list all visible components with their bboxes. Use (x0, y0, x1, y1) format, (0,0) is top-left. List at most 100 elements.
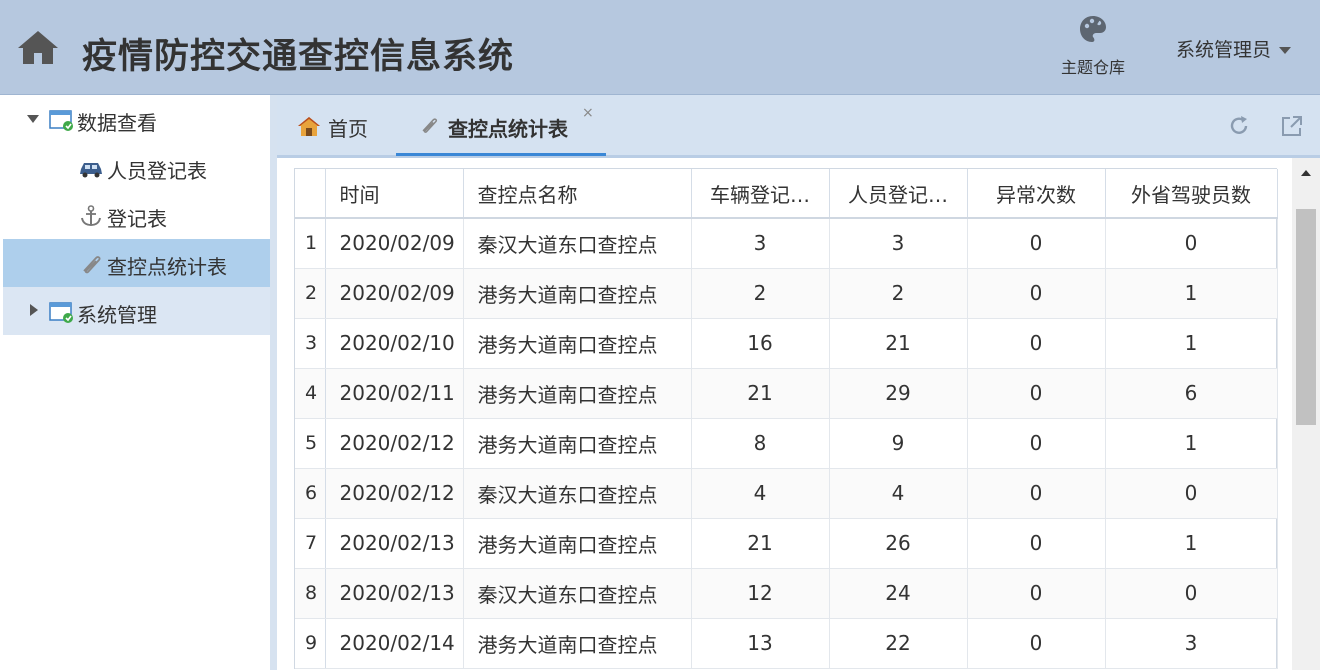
user-menu[interactable]: 系统管理员 (1176, 35, 1292, 62)
cell-time: 2020/02/10 (325, 318, 464, 369)
sidebar: 数据查看 人员登记表 登记表 查控点统计表 系统管理 (0, 95, 275, 670)
column-header-abnormal-count[interactable]: 异常次数 (967, 169, 1106, 219)
cell-checkpoint: 港务大道南口查控点 (463, 418, 692, 469)
sidebar-item-label: 查控点统计表 (107, 255, 227, 279)
sidebar-item-label: 登记表 (107, 207, 167, 231)
column-header-rownum (295, 169, 326, 219)
cell-abnormal-count: 0 (967, 268, 1106, 319)
cell-time: 2020/02/12 (325, 468, 464, 519)
expand-arrow-icon[interactable] (27, 115, 39, 123)
cell-vehicle-count: 4 (691, 468, 830, 519)
cell-out-of-province-drivers: 1 (1105, 518, 1278, 569)
cell-abnormal-count: 0 (967, 518, 1106, 569)
table-row[interactable]: 7 2020/02/13 港务大道南口查控点 21 26 0 1 (295, 518, 1278, 569)
row-number: 7 (295, 518, 326, 569)
cell-time: 2020/02/11 (325, 368, 464, 419)
tab-close-icon[interactable]: × (582, 105, 594, 121)
chevron-down-icon (1279, 47, 1292, 54)
cell-vehicle-count: 21 (691, 368, 830, 419)
cell-vehicle-count: 21 (691, 518, 830, 569)
cell-checkpoint: 秦汉大道东口查控点 (463, 568, 692, 619)
table-row[interactable]: 3 2020/02/10 港务大道南口查控点 16 21 0 1 (295, 318, 1278, 369)
cell-time: 2020/02/13 (325, 518, 464, 569)
column-header-time[interactable]: 时间 (325, 169, 464, 219)
table-row[interactable]: 5 2020/02/12 港务大道南口查控点 8 9 0 1 (295, 418, 1278, 469)
cell-checkpoint: 港务大道南口查控点 (463, 318, 692, 369)
cell-person-count: 22 (829, 618, 968, 669)
cell-person-count: 3 (829, 218, 968, 269)
expand-arrow-icon[interactable] (30, 304, 38, 316)
cell-time: 2020/02/14 (325, 618, 464, 669)
sidebar-group-system-admin[interactable]: 系统管理 (3, 287, 270, 335)
cell-abnormal-count: 0 (967, 568, 1106, 619)
row-number: 8 (295, 568, 326, 619)
cell-out-of-province-drivers: 0 (1105, 218, 1278, 269)
column-header-out-of-province-drivers[interactable]: 外省驾驶员数 (1105, 169, 1278, 219)
cell-person-count: 2 (829, 268, 968, 319)
cell-vehicle-count: 12 (691, 568, 830, 619)
home-icon[interactable] (16, 28, 60, 66)
vertical-scrollbar[interactable] (1292, 158, 1320, 670)
scroll-up-arrow-icon[interactable] (1301, 170, 1311, 176)
cell-time: 2020/02/13 (325, 568, 464, 619)
row-number: 2 (295, 268, 326, 319)
row-number: 6 (295, 468, 326, 519)
folder-window-icon (49, 302, 73, 323)
cell-checkpoint: 港务大道南口查控点 (463, 368, 692, 419)
cell-vehicle-count: 13 (691, 618, 830, 669)
cell-out-of-province-drivers: 1 (1105, 318, 1278, 369)
sidebar-item-person-register[interactable]: 人员登记表 (3, 143, 270, 191)
refresh-icon[interactable] (1227, 114, 1251, 138)
sidebar-item-register[interactable]: 登记表 (3, 191, 270, 239)
row-number: 9 (295, 618, 326, 669)
table-row[interactable]: 2 2020/02/09 港务大道南口查控点 2 2 0 1 (295, 268, 1278, 319)
cell-person-count: 26 (829, 518, 968, 569)
table-row[interactable]: 4 2020/02/11 港务大道南口查控点 21 29 0 6 (295, 368, 1278, 419)
theme-store-button[interactable]: 主题仓库 (1050, 14, 1136, 84)
cell-abnormal-count: 0 (967, 318, 1106, 369)
cell-vehicle-count: 8 (691, 418, 830, 469)
popout-icon[interactable] (1280, 114, 1304, 138)
table-row[interactable]: 9 2020/02/14 港务大道南口查控点 13 22 0 3 (295, 618, 1278, 669)
paperclip-icon (83, 256, 101, 274)
app-title: 疫情防控交通查控信息系统 (82, 37, 515, 77)
cell-person-count: 21 (829, 318, 968, 369)
theme-store-label: 主题仓库 (1060, 58, 1125, 77)
tab-checkpoint-stats[interactable]: 查控点统计表 (396, 95, 606, 156)
sidebar-group-label: 数据查看 (77, 111, 157, 135)
paperclip-icon (422, 118, 438, 133)
home-icon (298, 117, 320, 136)
palette-icon (1080, 16, 1106, 42)
column-header-person-count[interactable]: 人员登记… (829, 169, 968, 219)
cell-checkpoint: 港务大道南口查控点 (463, 518, 692, 569)
sidebar-item-checkpoint-stats[interactable]: 查控点统计表 (3, 239, 270, 287)
app-header: 疫情防控交通查控信息系统 主题仓库 系统管理员 (0, 0, 1320, 95)
content-panel: 时间 查控点名称 车辆登记… 人员登记… 异常次数 外省驾驶员数 1 2020/0… (277, 158, 1320, 670)
cell-time: 2020/02/09 (325, 218, 464, 269)
cell-checkpoint: 秦汉大道东口查控点 (463, 468, 692, 519)
cell-abnormal-count: 0 (967, 368, 1106, 419)
cell-vehicle-count: 16 (691, 318, 830, 369)
row-number: 1 (295, 218, 326, 269)
column-header-vehicle-count[interactable]: 车辆登记… (691, 169, 830, 219)
user-name: 系统管理员 (1176, 39, 1272, 61)
sidebar-splitter[interactable] (270, 95, 277, 670)
cell-abnormal-count: 0 (967, 468, 1106, 519)
anchor-icon (81, 205, 101, 227)
cell-checkpoint: 港务大道南口查控点 (463, 618, 692, 669)
cell-checkpoint: 秦汉大道东口查控点 (463, 218, 692, 269)
tab-label: 首页 (328, 117, 368, 141)
tab-home[interactable]: 首页 (297, 95, 397, 155)
table-row[interactable]: 6 2020/02/12 秦汉大道东口查控点 4 4 0 0 (295, 468, 1278, 519)
scrollbar-thumb[interactable] (1296, 209, 1316, 425)
cell-time: 2020/02/12 (325, 418, 464, 469)
column-header-checkpoint[interactable]: 查控点名称 (463, 169, 692, 219)
checkpoint-stats-table: 时间 查控点名称 车辆登记… 人员登记… 异常次数 外省驾驶员数 1 2020/0… (294, 168, 1278, 669)
cell-abnormal-count: 0 (967, 418, 1106, 469)
cell-time: 2020/02/09 (325, 268, 464, 319)
cell-person-count: 29 (829, 368, 968, 419)
table-row[interactable]: 1 2020/02/09 秦汉大道东口查控点 3 3 0 0 (295, 218, 1278, 269)
sidebar-group-data-view[interactable]: 数据查看 (3, 95, 270, 143)
table-row[interactable]: 8 2020/02/13 秦汉大道东口查控点 12 24 0 0 (295, 568, 1278, 619)
cell-person-count: 9 (829, 418, 968, 469)
